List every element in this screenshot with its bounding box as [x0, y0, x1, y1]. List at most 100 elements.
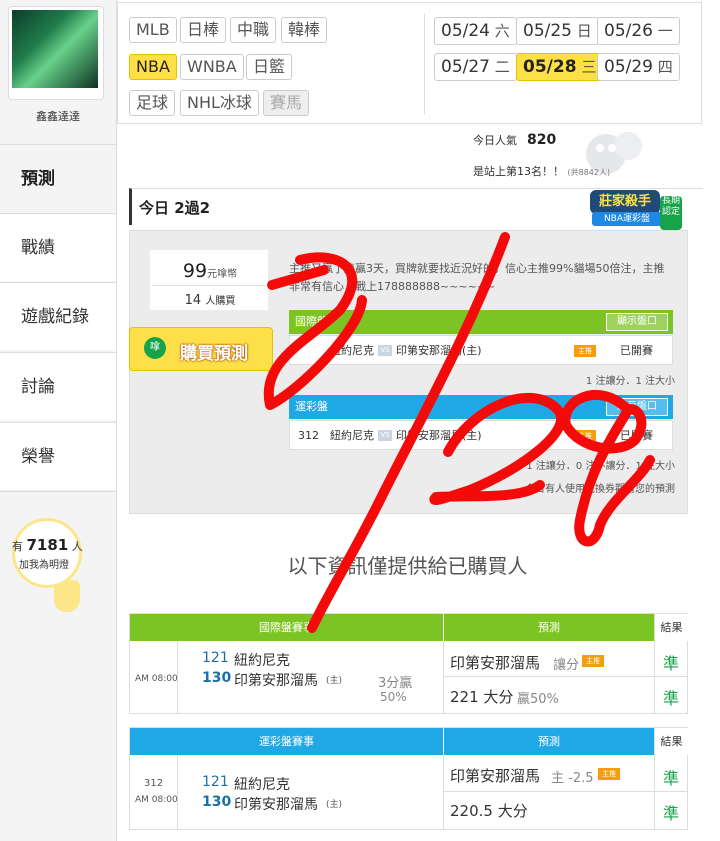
price: 99元嗱幣: [160, 260, 260, 282]
sports-result-table: 運彩盤賽事 預測 結果 312 AM 08:00 121 紐約尼克 130 印第…: [129, 727, 688, 830]
buyers-only-notice: 以下資訊僅提供給已購買人: [287, 554, 528, 578]
sports-bet-note: 1 注讓分．0 注不讓分．1 注大小: [526, 461, 675, 472]
banker-killer-badge: 莊家殺手: [590, 190, 660, 214]
sports-col-pred: 預測: [444, 728, 654, 755]
nav-item-record[interactable]: 戰績: [0, 213, 116, 281]
nav-item-predict[interactable]: 預測: [0, 144, 116, 212]
sports-col-game: 運彩盤賽事: [130, 728, 443, 755]
sidebar: [0, 0, 117, 841]
result-accurate: 準: [663, 689, 680, 708]
home-team-name: 印第安那溜馬: [234, 673, 318, 689]
buyer-number: 14: [184, 293, 202, 308]
league-wnba[interactable]: WNBA: [180, 54, 244, 80]
result-accurate: 準: [663, 769, 680, 788]
sports-col-result: 結果: [654, 728, 688, 755]
line-handicap: 3分贏: [378, 676, 413, 691]
pred-total: 220.5 大分: [450, 802, 528, 820]
pred-type: 讓分: [553, 658, 580, 673]
intl-col-game: 國際盤賽事: [130, 614, 443, 641]
follow-me-label[interactable]: 加我為明燈: [19, 556, 69, 571]
show-odds-button-sports[interactable]: 顯示盤口: [606, 398, 668, 416]
user-name: 鑫鑫達達: [36, 110, 80, 123]
today-popularity-value: 820: [527, 132, 557, 148]
date-dow: 四: [657, 58, 673, 76]
pred-type: 主 -2.5: [551, 771, 594, 786]
vs-icon: VS: [378, 345, 392, 356]
intl-game-row[interactable]: 紐約尼克 VS 印第安那溜馬(主) 主推 已開賽: [289, 335, 673, 365]
sports-header-title: 運彩盤: [295, 400, 328, 413]
site-rank: 是站上第13名！！ (共8842人): [473, 163, 610, 179]
pred-team: 印第安那溜馬: [450, 654, 541, 672]
league-jp-basketball[interactable]: 日籃: [246, 54, 293, 80]
today-popularity: 今日人氣 820: [473, 132, 556, 148]
intl-bet-note: 1 注讓分．1 注大小: [585, 376, 675, 387]
home-team: 印第安那溜馬(主): [396, 344, 482, 357]
long-term-badge: 長期認定: [660, 196, 682, 230]
follower-suffix: 人: [71, 540, 83, 553]
home-tag: (主): [326, 676, 343, 686]
date-md: 05/25: [523, 21, 572, 41]
away-team-name: 紐約尼克: [234, 653, 290, 669]
avatar[interactable]: [12, 10, 98, 88]
date-0529[interactable]: 05/29 四: [597, 53, 680, 81]
pred-total: 221 大分: [450, 688, 514, 706]
sports-game-row[interactable]: 312 紐約尼克 VS 印第安那溜馬(主) 主推 已開賽: [289, 420, 673, 450]
away-team: 紐約尼克: [330, 429, 374, 442]
league-jp-baseball[interactable]: 日棒: [180, 17, 227, 43]
today-popularity-label: 今日人氣: [473, 134, 517, 147]
league-nba[interactable]: NBA: [129, 54, 177, 80]
site-rank-total: (共8842人): [567, 168, 611, 177]
game-status: 已開賽: [620, 344, 653, 357]
league-cpbl[interactable]: 中職: [230, 17, 277, 43]
home-team-number: 130: [202, 794, 232, 810]
league-horse-racing[interactable]: 賽馬: [263, 90, 310, 116]
main-pick-tag: 主推: [582, 655, 604, 667]
show-odds-button-intl[interactable]: 顯示盤口: [606, 313, 668, 331]
filter-divider: [424, 14, 425, 114]
game-status: 已開賽: [620, 429, 653, 442]
pred-team: 印第安那溜馬: [450, 767, 541, 785]
buyer-unit: 人購買: [205, 296, 236, 307]
home-tag: (主): [326, 800, 343, 810]
price-divider: [152, 285, 266, 286]
main-pick-tag: 主推: [574, 345, 596, 357]
today-title: 今日 2過2: [139, 199, 211, 217]
away-team: 紐約尼克: [330, 344, 374, 357]
league-soccer[interactable]: 足球: [129, 90, 176, 116]
date-0524[interactable]: 05/24 六: [434, 17, 517, 45]
league-nhl[interactable]: NHL冰球: [180, 90, 259, 116]
main-pick-tag: 主推: [598, 768, 620, 780]
follower-number: 7181: [26, 536, 69, 554]
badge-subtitle: NBA運彩盤: [592, 212, 662, 226]
date-md: 05/29: [604, 57, 653, 77]
date-dow: 日: [576, 22, 592, 40]
game-time: AM 08:00: [135, 674, 178, 684]
prediction-description: 主推又贏了連贏3天，買牌就要找近況好的，信心主推99%貓場50倍注，主推非常有信…: [289, 262, 665, 293]
result-accurate: 準: [663, 804, 680, 823]
follower-count: 有 7181 人: [12, 536, 83, 554]
home-team-number: 130: [202, 670, 232, 686]
date-0525[interactable]: 05/25 日: [516, 17, 599, 45]
site-rank-text: 是站上第13名！！: [473, 165, 564, 178]
buy-prediction-label[interactable]: 購買預測: [180, 339, 248, 364]
result-accurate: 準: [663, 654, 680, 673]
nav-item-honor[interactable]: 榮譽: [0, 422, 116, 490]
date-0528[interactable]: 05/28 三: [516, 53, 604, 81]
date-0526[interactable]: 05/26 一: [597, 17, 680, 45]
nav-divider: [0, 491, 116, 492]
home-team: 印第安那溜馬(主): [396, 429, 482, 442]
intl-result-table: 國際盤賽事 預測 結果 AM 08:00 121 紐約尼克 130 印第安那溜馬…: [129, 613, 688, 714]
coupon-note: 今日有人使用兌換券觀看您的預測: [525, 484, 675, 495]
league-mlb[interactable]: MLB: [129, 17, 177, 43]
game-time: AM 08:00: [135, 795, 178, 805]
line-percent: 50%: [380, 690, 407, 704]
league-kbo[interactable]: 韓棒: [281, 17, 328, 43]
price-unit: 元嗱幣: [207, 269, 238, 280]
nav-item-discuss[interactable]: 討論: [0, 352, 116, 420]
follower-prefix: 有: [12, 540, 23, 553]
nav-item-game-log[interactable]: 遊戲紀錄: [0, 282, 116, 350]
date-0527[interactable]: 05/27 二: [434, 53, 517, 81]
vs-icon: VS: [378, 430, 392, 441]
date-md: 05/27: [441, 57, 490, 77]
away-team-name: 紐約尼克: [234, 777, 290, 793]
